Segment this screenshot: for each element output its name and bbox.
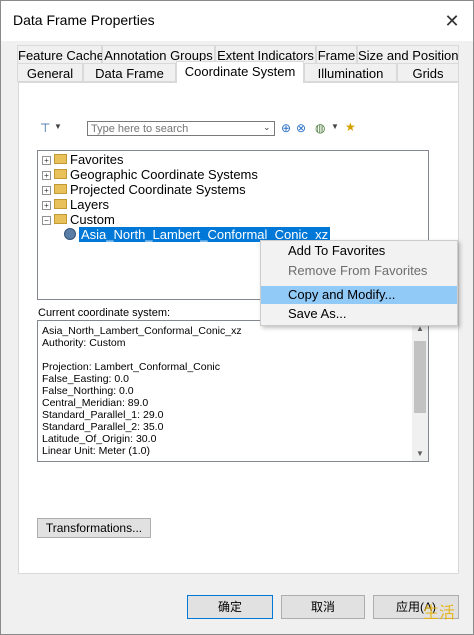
watermark-logo: 生活	[423, 605, 456, 622]
cs-line: Authority: Custom	[42, 337, 126, 349]
cs-line: Standard_Parallel_1: 29.0	[42, 409, 164, 421]
context-menu: Add To Favorites Remove From Favorites C…	[260, 240, 458, 326]
tree-node-favorites[interactable]: + Favorites	[42, 152, 123, 167]
ok-button[interactable]: 确定	[187, 595, 273, 619]
cs-line: Asia_North_Lambert_Conformal_Conic_xz	[42, 325, 242, 337]
expand-icon[interactable]: +	[42, 186, 51, 195]
tab-illumination[interactable]: Illumination	[304, 63, 397, 82]
tab-size-and-position[interactable]: Size and Position	[357, 45, 459, 64]
folder-open-icon	[54, 214, 67, 224]
menu-item-add-to-favorites[interactable]: Add To Favorites	[261, 242, 457, 260]
menu-item-copy-and-modify[interactable]: Copy and Modify...	[261, 286, 457, 304]
folder-icon	[54, 199, 67, 209]
expand-icon[interactable]: +	[42, 201, 51, 210]
tree-node-projected[interactable]: + Projected Coordinate Systems	[42, 182, 246, 197]
scroll-down-icon[interactable]: ▼	[416, 449, 424, 458]
collapse-icon[interactable]: −	[42, 216, 51, 225]
globe-icon[interactable]: ◍	[315, 121, 325, 135]
expand-icon[interactable]: +	[42, 171, 51, 180]
filter-icon[interactable]: ⊤	[40, 121, 50, 135]
tab-data-frame[interactable]: Data Frame	[83, 63, 176, 82]
folder-icon	[54, 184, 67, 194]
globe-icon	[64, 228, 76, 240]
tab-grids[interactable]: Grids	[397, 63, 459, 82]
folder-icon	[54, 154, 67, 164]
cancel-button[interactable]: 取消	[281, 595, 365, 619]
tree-node-geographic[interactable]: + Geographic Coordinate Systems	[42, 167, 258, 182]
cs-line: Central_Meridian: 89.0	[42, 397, 149, 409]
search-icon[interactable]: ⊕	[281, 121, 291, 135]
transformations-button[interactable]: Transformations...	[37, 518, 151, 538]
tab-feature-cache[interactable]: Feature Cache	[17, 45, 104, 64]
search-input[interactable]	[87, 121, 275, 136]
cs-line: False_Northing: 0.0	[42, 385, 134, 397]
cs-line: Projection: Lambert_Conformal_Conic	[42, 361, 221, 373]
cs-line: Linear Unit: Meter (1.0)	[42, 445, 150, 457]
title-bar: Data Frame Properties ✕	[1, 1, 473, 41]
dialog-window: Data Frame Properties ✕ Feature Cache An…	[0, 0, 474, 635]
current-cs-label: Current coordinate system:	[38, 307, 171, 319]
close-icon[interactable]: ✕	[439, 9, 465, 33]
window-title: Data Frame Properties	[13, 12, 155, 28]
tree-node-custom[interactable]: − Custom	[42, 212, 115, 227]
current-cs-details[interactable]: Asia_North_Lambert_Conformal_Conic_xz Au…	[37, 320, 429, 462]
cs-line: Standard_Parallel_2: 35.0	[42, 421, 164, 433]
cs-line: False_Easting: 0.0	[42, 373, 129, 385]
scroll-thumb[interactable]	[414, 341, 426, 413]
cs-line: Latitude_Of_Origin: 30.0	[42, 433, 157, 445]
search-dropdown-icon[interactable]: ⌄	[263, 122, 271, 133]
add-favorite-icon[interactable]: ★	[345, 120, 356, 134]
tab-general[interactable]: General	[17, 63, 83, 82]
tab-coordinate-system[interactable]: Coordinate System	[176, 61, 304, 83]
folder-icon	[54, 169, 67, 179]
chevron-down-icon[interactable]: ▼	[54, 122, 62, 131]
expand-icon[interactable]: +	[42, 156, 51, 165]
clear-search-icon[interactable]: ⊗	[296, 121, 306, 135]
vertical-scrollbar[interactable]: ▲ ▼	[412, 321, 428, 461]
tree-node-layers[interactable]: + Layers	[42, 197, 109, 212]
tab-frame[interactable]: Frame	[316, 45, 357, 64]
menu-item-remove-from-favorites[interactable]: Remove From Favorites	[261, 262, 457, 280]
menu-item-save-as[interactable]: Save As...	[261, 305, 457, 323]
chevron-down-icon[interactable]: ▼	[331, 122, 339, 131]
